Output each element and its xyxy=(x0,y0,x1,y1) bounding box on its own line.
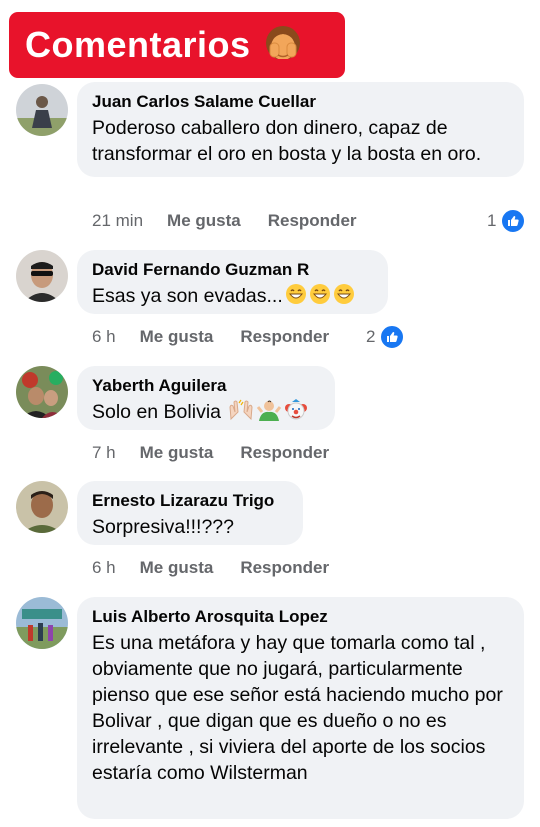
reaction-count-label: 1 xyxy=(487,211,497,230)
comment-text: Poderoso caballero don dinero, capaz de … xyxy=(92,117,482,165)
reply-button[interactable]: Responder xyxy=(240,327,329,347)
reaction-count[interactable]: 1 xyxy=(487,208,527,234)
comment-time[interactable]: 21 min xyxy=(92,211,143,231)
like-button[interactable]: Me gusta xyxy=(140,558,214,578)
comment-author[interactable]: David Fernando Guzman R xyxy=(92,259,374,281)
like-button[interactable]: Me gusta xyxy=(140,443,214,463)
comment-bubble: David Fernando Guzman R Esas ya son evad… xyxy=(77,250,388,314)
comment-meta: 7 h Me gusta Responder xyxy=(92,443,356,463)
comment-text-line: Solo en Bolivia xyxy=(92,399,321,428)
reply-button[interactable]: Responder xyxy=(268,211,357,231)
comment-author[interactable]: Juan Carlos Salame Cuellar xyxy=(92,91,510,113)
grinning-face-icon xyxy=(285,283,307,312)
comment-text: Esas ya son evadas... xyxy=(92,285,283,307)
grinning-face-icon xyxy=(309,283,331,312)
comment-meta: 21 min Me gusta Responder xyxy=(92,211,384,231)
clown-face-icon xyxy=(284,399,308,428)
comment-text: Es una metáfora y hay que tomarla como t… xyxy=(92,632,503,784)
thumbs-up-icon xyxy=(500,208,527,234)
like-button[interactable]: Me gusta xyxy=(167,211,241,231)
comment-text: Sorpresiva!!!??? xyxy=(92,516,234,538)
comment-time[interactable]: 6 h xyxy=(92,558,116,578)
reply-button[interactable]: Responder xyxy=(240,558,329,578)
comment-bubble: Juan Carlos Salame Cuellar Poderoso caba… xyxy=(77,82,524,177)
reaction-count[interactable]: 2 xyxy=(366,324,406,350)
comment-text: Solo en Bolivia xyxy=(92,401,221,423)
comment-time[interactable]: 6 h xyxy=(92,327,116,347)
comments-screen: Comentarios Juan Carlos Salame Cuellar P… xyxy=(0,0,540,827)
comment-author[interactable]: Luis Alberto Arosquita Lopez xyxy=(92,606,510,628)
comment-bubble: Ernesto Lizarazu Trigo Sorpresiva!!!??? xyxy=(77,481,303,545)
like-button[interactable]: Me gusta xyxy=(140,327,214,347)
avatar[interactable] xyxy=(16,84,68,136)
header-title: Comentarios xyxy=(25,24,251,65)
reaction-count-label: 2 xyxy=(366,327,376,346)
person-shrugging-icon xyxy=(256,399,282,428)
comments-header-badge: Comentarios xyxy=(9,12,345,78)
avatar[interactable] xyxy=(16,597,68,649)
comment-author[interactable]: Ernesto Lizarazu Trigo xyxy=(92,490,289,512)
grinning-face-icon xyxy=(333,283,355,312)
reply-button[interactable]: Responder xyxy=(240,443,329,463)
comment-bubble: Yaberth Aguilera Solo en Bolivia xyxy=(77,366,335,430)
comment-meta: 6 h Me gusta Responder xyxy=(92,558,356,578)
comment-bubble: Luis Alberto Arosquita Lopez Es una metá… xyxy=(77,597,524,819)
comment-time[interactable]: 7 h xyxy=(92,443,116,463)
comment-text-line: Esas ya son evadas... xyxy=(92,283,374,312)
see-no-evil-person-icon xyxy=(261,23,305,67)
comment-author[interactable]: Yaberth Aguilera xyxy=(92,375,321,397)
thumbs-up-icon xyxy=(379,324,406,350)
raising-hands-icon xyxy=(228,399,254,428)
avatar[interactable] xyxy=(16,366,68,418)
avatar[interactable] xyxy=(16,481,68,533)
avatar[interactable] xyxy=(16,250,68,302)
comment-meta: 6 h Me gusta Responder xyxy=(92,327,356,347)
